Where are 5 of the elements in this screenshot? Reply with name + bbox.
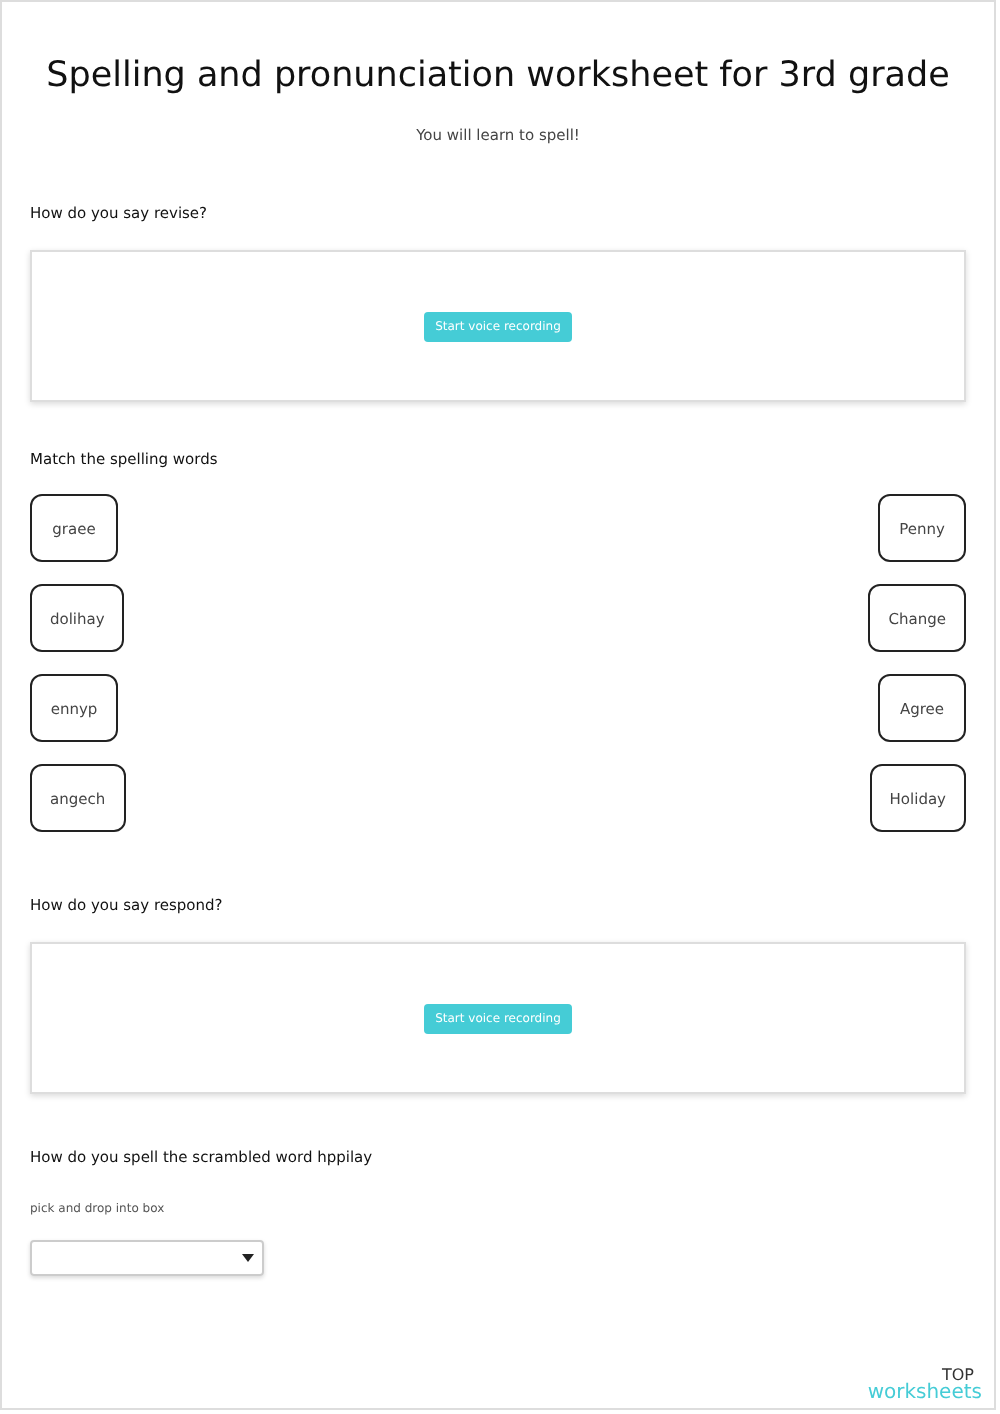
answer-dropdown[interactable] <box>30 1240 264 1276</box>
caret-icon <box>242 1254 254 1262</box>
logo-text: worksheets <box>867 1384 982 1404</box>
worksheet-title: Spelling and pronunciation worksheet for 3rd grade <box>44 56 952 96</box>
logo-text: TOP <box>941 1368 974 1384</box>
